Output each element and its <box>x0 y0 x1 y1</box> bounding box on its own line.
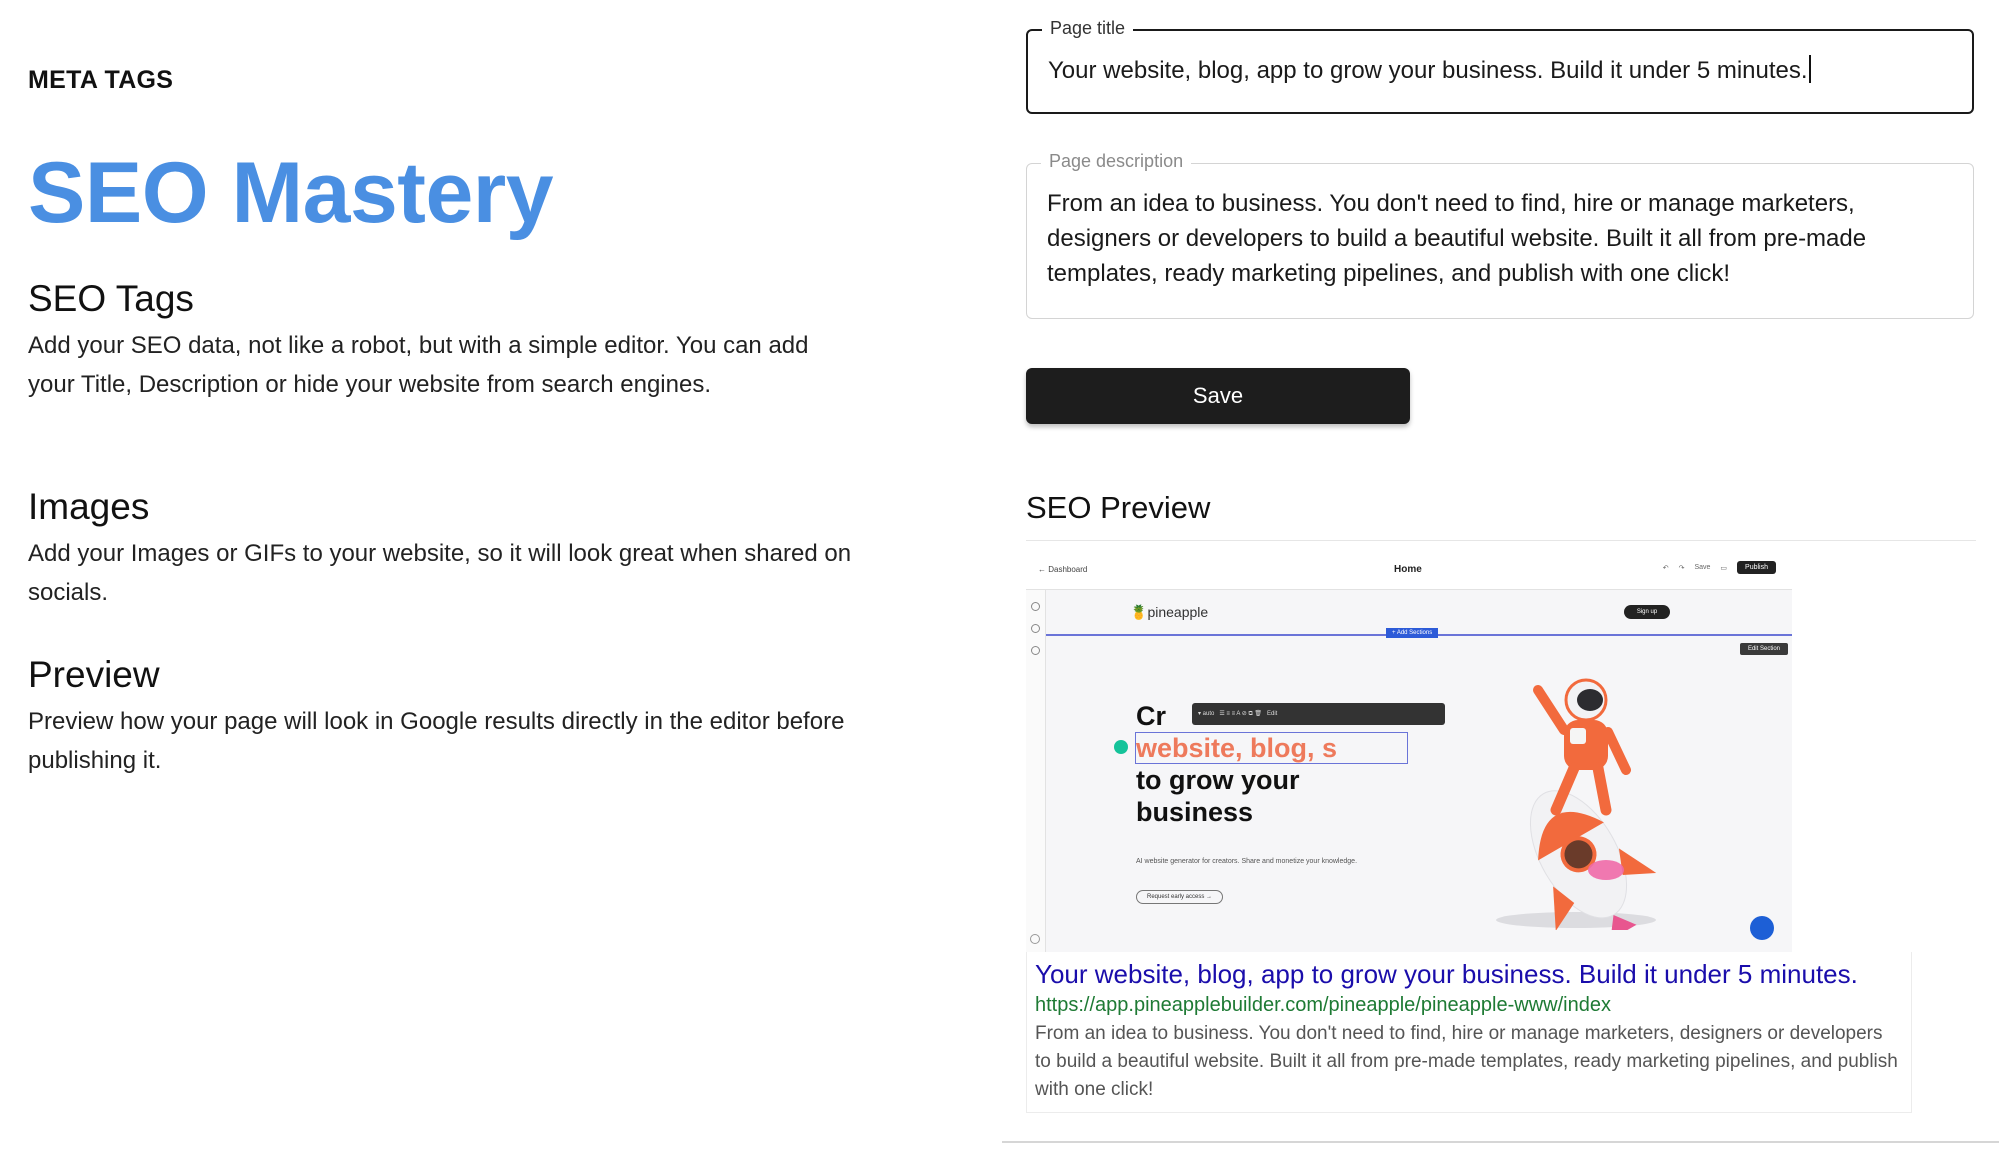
feature-title: Preview <box>28 654 160 695</box>
builder-canvas: 🍍pineapple Sign up + Add Sections Edit S… <box>1046 590 1792 952</box>
divider <box>1026 540 1976 541</box>
save-link: Save <box>1694 564 1711 571</box>
feature-title: Images <box>28 486 150 527</box>
page-description-field[interactable]: Page description From an idea to busines… <box>1026 151 1974 319</box>
feature-images: Images Add your Images or GIFs to your w… <box>28 486 858 612</box>
page-description-input[interactable]: From an idea to business. You don't need… <box>1047 186 1953 291</box>
divider <box>1002 1141 1999 1143</box>
device-icon: ▭ <box>1720 564 1728 572</box>
headline-line: to grow your <box>1136 765 1300 795</box>
text-caret <box>1808 55 1811 83</box>
page-description-label: Page description <box>1041 151 1192 172</box>
builder-topbar: ← Dashboard Home ↶ ↷ Save ▭ Publish <box>1026 552 1792 590</box>
logo-text: pineapple <box>1147 604 1209 620</box>
undo-icon: ↶ <box>1662 564 1669 572</box>
seo-preview-heading: SEO Preview <box>1026 490 1211 525</box>
serp-description: From an idea to business. You don't need… <box>1035 1023 1898 1100</box>
request-access-button: Request early access → <box>1136 890 1224 904</box>
save-button[interactable]: Save <box>1026 368 1410 424</box>
feature-body: Add your SEO data, not like a robot, but… <box>28 332 809 398</box>
redo-icon: ↷ <box>1678 564 1685 572</box>
chat-bubble-icon <box>1750 916 1774 940</box>
edit-section-bar: Edit Section <box>1739 643 1788 655</box>
feature-body: Add your Images or GIFs to your website,… <box>28 540 852 606</box>
text-format-toolbar: ▾ auto ☰ ≡ ≡ A ⊘ ⧉ 🗑 Edit <box>1192 703 1445 725</box>
og-image-preview: ← Dashboard Home ↶ ↷ Save ▭ Publish 🍍pin… <box>1026 552 1792 952</box>
page-title-input[interactable]: Your website, blog, app to grow your bus… <box>1048 53 1952 88</box>
dashboard-link: ← Dashboard <box>1038 565 1088 574</box>
hero-subtext: AI website generator for creators. Share… <box>1136 858 1358 865</box>
layers-icon <box>1031 602 1040 611</box>
builder-sidebar <box>1026 590 1046 952</box>
page-title-label: Page title <box>1042 18 1134 39</box>
builder-actions: ↶ ↷ Save ▭ Publish <box>1663 561 1776 574</box>
serp-title[interactable]: Your website, blog, app to grow your bus… <box>1035 957 1903 991</box>
hero-headline: SEO Mastery <box>28 145 554 241</box>
signup-button: Sign up <box>1624 605 1670 619</box>
astronaut-rocket-illustration <box>1496 678 1657 930</box>
pineapple-logo: 🍍pineapple <box>1130 604 1209 620</box>
page-title-field[interactable]: Page title Your website, blog, app to gr… <box>1026 18 1974 114</box>
page-title-value: Your website, blog, app to grow your bus… <box>1048 57 1808 84</box>
feature-preview: Preview Preview how your page will look … <box>28 654 858 780</box>
headline-highlight: website, blog, s <box>1134 732 1409 764</box>
pages-icon <box>1031 624 1040 633</box>
section-eyebrow: META TAGS <box>28 66 174 94</box>
add-sections-button: + Add Sections <box>1386 628 1439 638</box>
feature-seo-tags: SEO Tags Add your SEO data, not like a r… <box>28 278 858 404</box>
headline-line: business <box>1136 797 1254 827</box>
grammarly-icon <box>1114 740 1128 754</box>
help-icon <box>1030 934 1040 944</box>
theme-icon <box>1031 646 1040 655</box>
feature-title: SEO Tags <box>28 278 194 319</box>
google-result-preview: Your website, blog, app to grow your bus… <box>1026 952 1912 1113</box>
serp-url: https://app.pineapplebuilder.com/pineapp… <box>1035 994 1611 1016</box>
feature-body: Preview how your page will look in Googl… <box>28 708 845 774</box>
publish-button: Publish <box>1737 561 1776 574</box>
page-name: Home <box>1394 564 1422 575</box>
